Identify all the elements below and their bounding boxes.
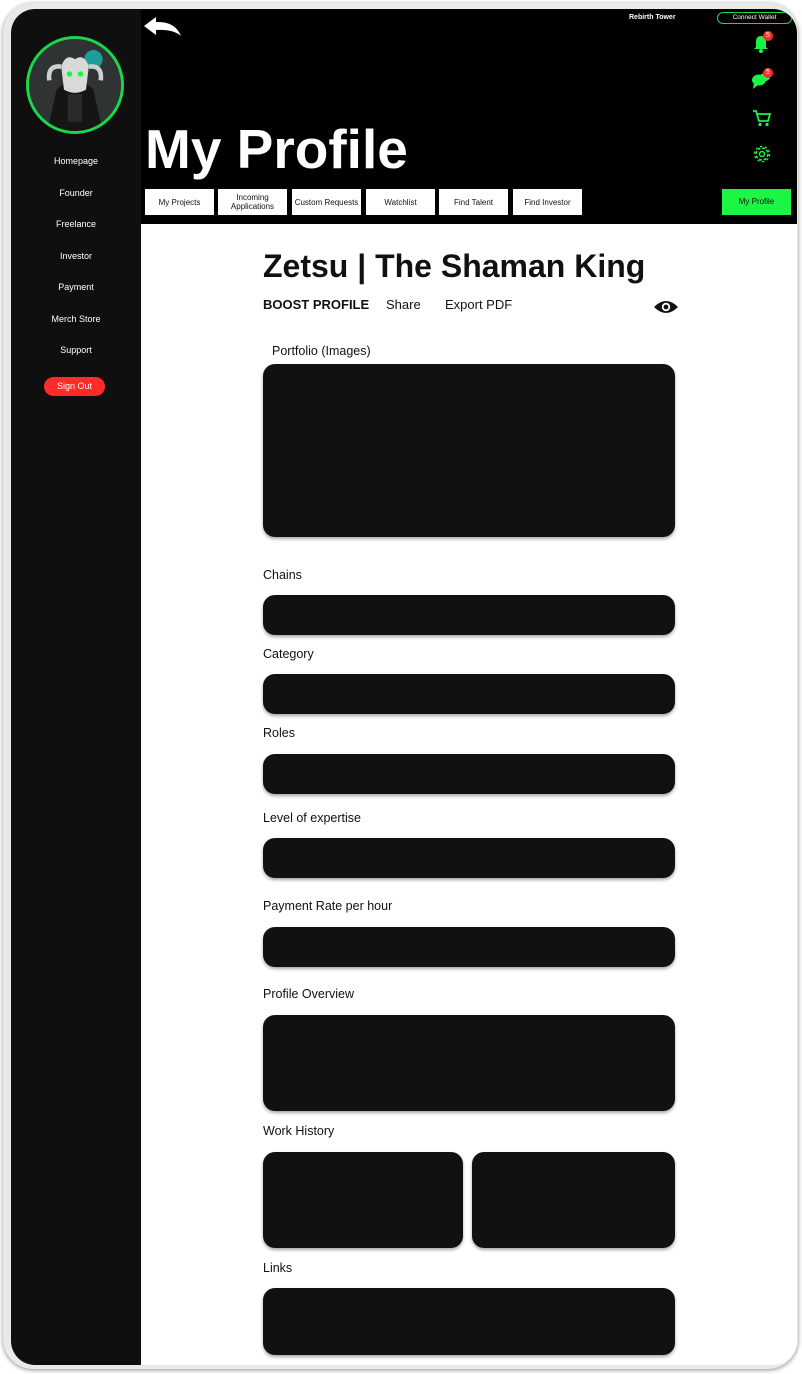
- cart-button[interactable]: [752, 108, 772, 128]
- category-field[interactable]: [263, 674, 675, 714]
- tab-my-projects[interactable]: My Projects: [145, 189, 214, 215]
- category-label: Category: [263, 647, 314, 661]
- tab-watchlist[interactable]: Watchlist: [366, 189, 435, 215]
- sidebar-item-support[interactable]: Support: [11, 343, 141, 375]
- cart-icon: [753, 110, 772, 127]
- tab-my-profile[interactable]: My Profile: [722, 189, 791, 215]
- expertise-label: Level of expertise: [263, 811, 361, 825]
- connect-wallet-button[interactable]: Connect Wallet: [717, 12, 792, 24]
- sidebar-item-investor[interactable]: Investor: [11, 249, 141, 281]
- work-history-card[interactable]: [263, 1152, 463, 1248]
- expertise-field[interactable]: [263, 838, 675, 878]
- sidebar-item-payment[interactable]: Payment: [11, 280, 141, 312]
- settings-button[interactable]: [752, 144, 772, 164]
- sidebar: Homepage Founder Freelance Investor Paym…: [11, 9, 141, 1365]
- links-label: Links: [263, 1261, 293, 1275]
- sidebar-item-homepage[interactable]: Homepage: [11, 154, 141, 186]
- tab-custom-requests[interactable]: Custom Requests: [292, 189, 361, 215]
- brand-name: Rebirth Tower: [629, 14, 676, 21]
- back-arrow-icon[interactable]: [141, 14, 185, 40]
- notifications-button[interactable]: 5: [751, 31, 773, 54]
- notifications-badge: 5: [763, 31, 773, 41]
- header: Rebirth Tower Connect Wallet 5 5 My Prof…: [141, 9, 797, 224]
- tab-incoming-applications[interactable]: Incoming Applications: [218, 189, 287, 215]
- device-frame: Homepage Founder Freelance Investor Paym…: [3, 3, 798, 1369]
- share-button[interactable]: Share: [386, 297, 421, 312]
- profile-content: Zetsu | The Shaman King BOOST PROFILE Sh…: [141, 224, 797, 1365]
- tab-find-investor[interactable]: Find Investor: [513, 189, 582, 215]
- sidebar-item-founder[interactable]: Founder: [11, 186, 141, 218]
- profile-name: Zetsu | The Shaman King: [263, 248, 646, 284]
- work-history-card[interactable]: [472, 1152, 675, 1248]
- boost-profile-button[interactable]: BOOST PROFILE: [263, 297, 369, 312]
- roles-label: Roles: [263, 726, 295, 740]
- page-title: My Profile: [145, 118, 408, 180]
- portfolio-images-area[interactable]: [263, 364, 675, 537]
- rate-label: Payment Rate per hour: [263, 899, 393, 913]
- messages-button[interactable]: 5: [751, 68, 773, 91]
- sidebar-nav: Homepage Founder Freelance Investor Paym…: [11, 154, 141, 375]
- roles-field[interactable]: [263, 754, 675, 794]
- overview-field[interactable]: [263, 1015, 675, 1111]
- sidebar-item-merch-store[interactable]: Merch Store: [11, 312, 141, 344]
- chains-field[interactable]: [263, 595, 675, 635]
- avatar[interactable]: [26, 36, 124, 134]
- chains-label: Chains: [263, 568, 302, 582]
- messages-badge: 5: [763, 68, 773, 78]
- app-screen: Homepage Founder Freelance Investor Paym…: [11, 9, 797, 1365]
- rate-field[interactable]: [263, 927, 675, 967]
- sign-out-button[interactable]: Sign Out: [44, 377, 105, 396]
- overview-label: Profile Overview: [263, 987, 354, 1001]
- sidebar-item-freelance[interactable]: Freelance: [11, 217, 141, 249]
- work-history-label: Work History: [263, 1124, 335, 1138]
- tab-find-talent[interactable]: Find Talent: [439, 189, 508, 215]
- links-field[interactable]: [263, 1288, 675, 1355]
- portfolio-label: Portfolio (Images): [272, 344, 371, 358]
- export-pdf-button[interactable]: Export PDF: [445, 297, 512, 312]
- eye-icon[interactable]: [653, 299, 679, 315]
- gear-icon: [753, 145, 771, 163]
- avatar-image: [29, 39, 121, 131]
